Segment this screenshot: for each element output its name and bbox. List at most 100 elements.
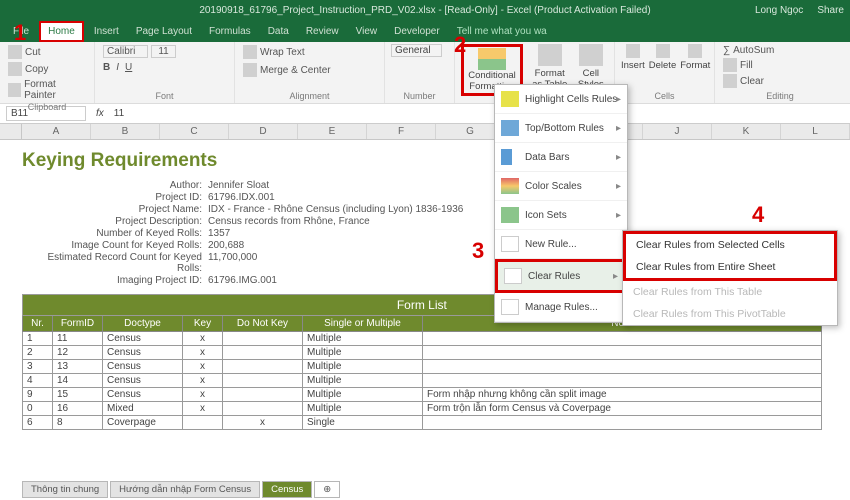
conditional-formatting-icon [478, 48, 506, 70]
tab-home[interactable]: Home [39, 21, 84, 42]
table-header: Nr. [23, 316, 53, 332]
delete-button[interactable]: Delete [649, 44, 676, 71]
menu-clear-rules[interactable]: Clear Rules▸ [495, 259, 627, 293]
formula-bar: B11 fx 11 [0, 104, 850, 124]
sigma-icon: ∑ [723, 45, 730, 56]
copy-button[interactable]: Copy [6, 61, 50, 77]
sheet-tab-1[interactable]: Thông tin chung [22, 481, 108, 498]
formula-input[interactable]: 11 [114, 108, 124, 119]
tab-view[interactable]: View [349, 23, 385, 40]
menu-highlight-cells-rules[interactable]: Highlight Cells Rules▸ [495, 85, 627, 114]
sheet-tab-3[interactable]: Census [262, 481, 312, 498]
share-button[interactable]: Share [817, 5, 844, 16]
sheet-tabs: Thông tin chung Hướng dẫn nhập Form Cens… [22, 480, 340, 498]
tbr-icon [501, 120, 519, 136]
wrap-text-button[interactable]: Wrap Text [241, 44, 307, 60]
col-J[interactable]: J [643, 124, 712, 139]
tab-formulas[interactable]: Formulas [202, 23, 258, 40]
menu-icon-sets[interactable]: Icon Sets▸ [495, 201, 627, 230]
col-D[interactable]: D [229, 124, 298, 139]
autosum-button[interactable]: ∑AutoSum [721, 44, 776, 57]
tab-developer[interactable]: Developer [387, 23, 447, 40]
table-row[interactable]: 68CoverpagexSingle [23, 416, 822, 430]
tab-data[interactable]: Data [261, 23, 296, 40]
meta-key: Project ID: [22, 192, 208, 203]
table-row[interactable]: 212CensusxMultiple [23, 346, 822, 360]
sheet-tab-add[interactable]: ⊕ [314, 481, 340, 498]
clipboard-label: Clipboard [6, 102, 88, 114]
format-painter-button[interactable]: Format Painter [6, 78, 88, 102]
editing-label: Editing [721, 91, 839, 103]
user-name[interactable]: Long Ngọc [755, 5, 803, 16]
meta-value: 11,700,000 [208, 252, 257, 274]
page-title: Keying Requirements [22, 150, 838, 172]
meta-value: 61796.IDX.001 [208, 192, 275, 203]
underline-button[interactable]: U [125, 62, 132, 73]
col-C[interactable]: C [160, 124, 229, 139]
chevron-right-icon: ▸ [613, 271, 618, 282]
table-row[interactable]: 414CensusxMultiple [23, 374, 822, 388]
table-header: Single or Multiple [303, 316, 423, 332]
menu-new-rule[interactable]: New Rule... [495, 230, 627, 259]
meta-key: Project Name: [22, 204, 208, 215]
ribbon-tabs: File Home Insert Page Layout Formulas Da… [0, 20, 850, 42]
menu-data-bars[interactable]: Data Bars▸ [495, 143, 627, 172]
col-F[interactable]: F [367, 124, 436, 139]
insert-icon [626, 44, 640, 58]
col-E[interactable]: E [298, 124, 367, 139]
col-K[interactable]: K [712, 124, 781, 139]
insert-button[interactable]: Insert [621, 44, 645, 71]
table-row[interactable]: 915CensusxMultipleForm nhập nhưng không … [23, 388, 822, 402]
table-row[interactable]: 016MixedxMultipleForm trộn lẫn form Cens… [23, 402, 822, 416]
clear-rules-selected-cells[interactable]: Clear Rules from Selected Cells [626, 234, 834, 256]
tab-page-layout[interactable]: Page Layout [129, 23, 199, 40]
clear-rules-submenu: Clear Rules from Selected Cells Clear Ru… [622, 230, 838, 326]
chevron-right-icon: ▸ [616, 181, 621, 192]
nr-icon [501, 236, 519, 252]
table-header: Do Not Key [223, 316, 303, 332]
clear-icon [723, 74, 737, 88]
cr-icon [504, 268, 522, 284]
callout-1: 1 [14, 20, 26, 46]
meta-key: Project Description: [22, 216, 208, 227]
meta-value: 200,688 [208, 240, 244, 251]
clear-button[interactable]: Clear [721, 73, 766, 89]
conditional-formatting-menu: Highlight Cells Rules▸ Top/Bottom Rules▸… [494, 84, 628, 323]
col-B[interactable]: B [91, 124, 160, 139]
hcr-icon [501, 91, 519, 107]
col-A[interactable]: A [22, 124, 91, 139]
table-row[interactable]: 111CensusxMultiple [23, 332, 822, 346]
menu-manage-rules[interactable]: Manage Rules... [495, 293, 627, 322]
font-size[interactable]: 11 [151, 45, 175, 58]
font-name[interactable]: Calibri [103, 45, 148, 58]
window-title: 20190918_61796_Project_Instruction_PRD_V… [199, 5, 650, 16]
clear-rules-entire-sheet[interactable]: Clear Rules from Entire Sheet [626, 256, 834, 278]
tab-review[interactable]: Review [299, 23, 346, 40]
db-icon [501, 149, 519, 165]
column-headers: A B C D E F G H I J K L [0, 124, 850, 140]
meta-key: Image Count for Keyed Rolls: [22, 240, 208, 251]
bold-button[interactable]: B [103, 62, 110, 73]
copy-icon [8, 62, 22, 76]
table-row[interactable]: 313CensusxMultiple [23, 360, 822, 374]
cut-button[interactable]: Cut [6, 44, 43, 60]
select-all-corner[interactable] [0, 124, 22, 139]
col-L[interactable]: L [781, 124, 850, 139]
format-button[interactable]: Format [680, 44, 710, 71]
tab-insert[interactable]: Insert [87, 23, 126, 40]
merge-icon [243, 63, 257, 77]
italic-button[interactable]: I [116, 62, 119, 73]
number-format[interactable]: General [391, 44, 442, 57]
alignment-label: Alignment [241, 91, 378, 103]
menu-top-bottom-rules[interactable]: Top/Bottom Rules▸ [495, 114, 627, 143]
number-label: Number [391, 91, 448, 103]
fill-button[interactable]: Fill [721, 57, 755, 73]
fx-icon[interactable]: fx [96, 108, 104, 119]
merge-center-button[interactable]: Merge & Center [241, 62, 333, 78]
sheet-tab-2[interactable]: Hướng dẫn nhập Form Census [110, 481, 260, 498]
table-header: Key [183, 316, 223, 332]
menu-color-scales[interactable]: Color Scales▸ [495, 172, 627, 201]
delete-icon [656, 44, 670, 58]
meta-key: Author: [22, 180, 208, 191]
mr-icon [501, 299, 519, 315]
